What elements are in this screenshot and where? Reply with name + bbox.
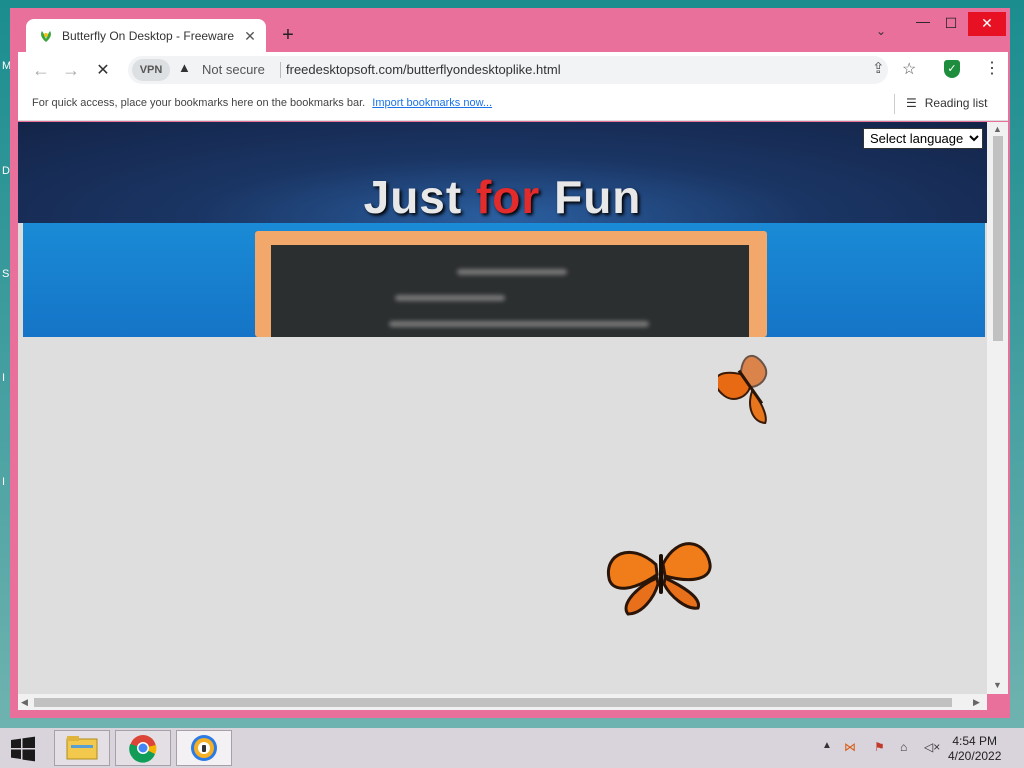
scroll-left-arrow-icon[interactable]: ◀ [21,697,28,708]
bookmarks-prompt-text: For quick access, place your bookmarks h… [32,97,366,109]
windows-start-icon[interactable] [10,736,36,762]
board-line [457,269,567,275]
banner-title-part: Fun [540,171,642,223]
banner-title: Just for Fun [18,170,987,224]
address-separator [280,62,281,78]
tab-title: Butterfly On Desktop - Freeware [62,29,235,43]
bookmarks-bar: For quick access, place your bookmarks h… [18,88,1008,121]
butterfly-icon[interactable] [602,534,720,616]
taskbar: ▲ ⋈ ⚑ ⌂ ◁× 4:54 PM 4/20/2022 [0,728,1024,768]
clock-date: 4/20/2022 [948,749,1002,763]
forward-button[interactable]: → [60,60,82,81]
page-banner: Just for Fun Select language [18,122,987,223]
extension-shield-icon[interactable]: ✓ [944,60,960,78]
chrome-icon [129,735,157,763]
tab-search-chevron-icon[interactable]: ⌄ [876,24,886,38]
sub-banner [23,223,985,337]
import-bookmarks-link[interactable]: Import bookmarks now... [372,97,492,109]
bookmarks-prompt: For quick access, place your bookmarks h… [32,97,492,109]
butterfly-icon[interactable] [718,350,790,436]
security-flag-icon[interactable]: ⚑ [874,740,885,754]
board-screen [271,245,749,337]
stop-loading-button[interactable]: ✕ [92,60,114,80]
reading-list-button[interactable]: ☰ Reading list [906,96,987,110]
page-body [18,337,987,694]
network-icon[interactable]: ⌂ [900,740,907,754]
banner-title-accent: for [475,171,541,223]
address-bar[interactable]: VPN ▲ Not secure freedesktopsoft.com/but… [128,56,916,84]
folder-icon [66,736,98,760]
desktop-icon-label[interactable]: S [2,268,9,280]
desktop-icon-label[interactable]: I [2,476,5,488]
butterfly-tray-icon[interactable]: ⋈ [844,740,856,754]
share-icon[interactable]: ⇪ [872,59,885,77]
desktop-icon-label[interactable]: I [2,372,5,384]
page-viewport: Just for Fun Select language [18,122,987,694]
chrome-task-button[interactable] [115,730,171,766]
close-window-button[interactable]: ✕ [968,12,1006,36]
browser-toolbar: ← → ✕ VPN ▲ Not secure freedesktopsoft.c… [18,52,1008,88]
maximize-button[interactable]: ☐ [936,12,966,36]
taskbar-clock[interactable]: 4:54 PM 4/20/2022 [948,734,1001,764]
favicon-icon [41,31,51,42]
horizontal-scrollbar[interactable]: ◀ ▶ [18,694,987,710]
language-select[interactable]: Select language [863,128,983,149]
new-tab-button[interactable]: + [276,24,300,47]
bookmark-star-icon[interactable]: ☆ [902,59,916,79]
url-text[interactable]: freedesktopsoft.com/butterflyondesktopli… [286,62,561,77]
board-line [389,321,649,327]
menu-kebab-icon[interactable]: ⋮ [984,58,1000,78]
scroll-right-arrow-icon[interactable]: ▶ [973,697,980,708]
horizontal-scroll-thumb[interactable] [34,698,952,707]
banner-title-part: Just [363,171,476,223]
file-explorer-task-button[interactable] [54,730,110,766]
back-button[interactable]: ← [30,60,52,81]
vpn-app-task-button[interactable] [176,730,232,766]
vpn-badge[interactable]: VPN [132,59,170,81]
scroll-up-arrow-icon[interactable]: ▲ [993,124,1002,134]
desktop-icon-label[interactable]: D [2,165,10,177]
browser-window: Butterfly On Desktop - Freeware ✕ + ⌄ — … [10,8,1010,718]
security-indicator[interactable]: Not secure [202,62,265,77]
reading-list-icon: ☰ [906,96,917,110]
board-line [395,295,505,301]
warning-icon[interactable]: ▲ [178,60,191,75]
clock-time: 4:54 PM [952,734,998,748]
blurred-board-image [255,231,767,337]
vpn-app-icon [191,735,217,761]
bookmarks-divider [894,94,895,114]
tray-overflow-chevron-icon[interactable]: ▲ [822,740,832,751]
scroll-down-arrow-icon[interactable]: ▼ [993,680,1002,690]
tab-close-icon[interactable]: ✕ [242,28,258,45]
volume-muted-icon[interactable]: ◁× [924,740,940,754]
reading-list-label: Reading list [924,96,988,110]
tab-strip: Butterfly On Desktop - Freeware ✕ + ⌄ — … [10,8,1010,53]
vertical-scroll-thumb[interactable] [993,136,1003,341]
vertical-scrollbar[interactable]: ▲ ▼ [987,122,1008,694]
active-tab[interactable]: Butterfly On Desktop - Freeware ✕ [26,19,266,53]
